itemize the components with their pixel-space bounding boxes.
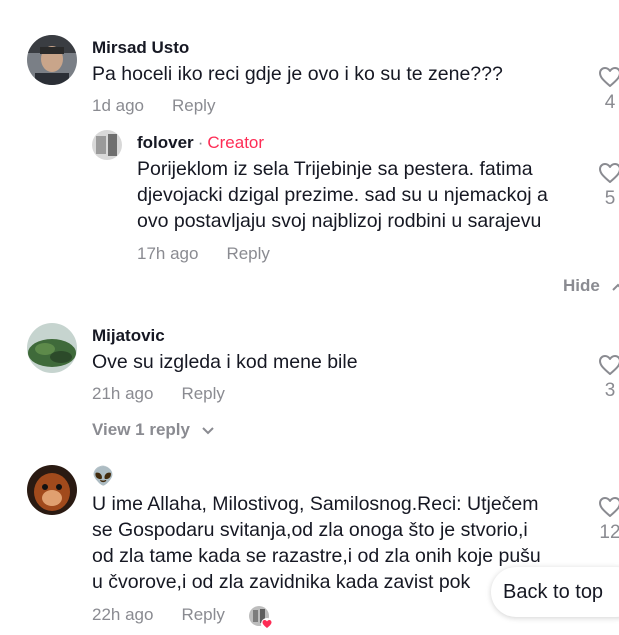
like-button[interactable]: 4: [598, 66, 619, 114]
reply-button[interactable]: Reply: [181, 384, 224, 403]
reply-button[interactable]: Reply: [172, 96, 215, 115]
creator-badge: Creator: [207, 133, 265, 152]
like-count: 5: [604, 188, 616, 209]
chevron-up-icon: [611, 283, 619, 291]
heart-icon: [599, 355, 619, 375]
like-button[interactable]: 12: [598, 496, 619, 544]
comment-meta: 1d ago Reply: [92, 96, 215, 116]
like-count: 4: [604, 92, 616, 113]
heart-icon: [599, 67, 619, 87]
heart-icon: [599, 163, 619, 183]
hide-replies-button[interactable]: Hide: [563, 276, 619, 296]
comment-text: Pa hoceli iko reci gdje je ovo i ko su t…: [92, 63, 503, 85]
hide-label: Hide: [563, 276, 600, 295]
like-count: 3: [604, 380, 616, 401]
reply-timestamp: 17h ago: [137, 244, 199, 263]
avatar[interactable]: [92, 130, 122, 160]
like-button[interactable]: 3: [598, 354, 619, 402]
comment-username[interactable]: Mijatovic: [92, 326, 165, 346]
back-to-top-button[interactable]: Back to top: [491, 567, 619, 617]
separator: ·: [197, 133, 204, 152]
heart-icon: [261, 618, 273, 630]
reply-username-text[interactable]: folover: [137, 133, 194, 152]
reply-meta: 17h ago Reply: [137, 244, 270, 264]
like-count: 12: [599, 522, 619, 543]
comment-timestamp: 22h ago: [92, 605, 154, 624]
comment-text: U ime Allaha, Milostivog, Samilosnog.Rec…: [92, 493, 541, 593]
comment-username[interactable]: Mirsad Usto: [92, 38, 189, 58]
reply-text: Porijeklom iz sela Trijebinje sa pestera…: [137, 158, 548, 232]
creator-liked-avatar: [248, 605, 273, 630]
reply-button[interactable]: Reply: [181, 605, 224, 624]
chevron-down-icon: [201, 426, 214, 434]
avatar[interactable]: [27, 35, 77, 85]
comment-text: Ove su izgleda i kod mene bile: [92, 351, 358, 373]
like-button[interactable]: 5: [598, 162, 619, 210]
view-replies-button[interactable]: View 1 reply: [92, 420, 215, 440]
comment-timestamp: 1d ago: [92, 96, 144, 115]
comment-timestamp: 21h ago: [92, 384, 154, 403]
comment-meta: 21h ago Reply: [92, 384, 225, 404]
reply-button[interactable]: Reply: [226, 244, 269, 263]
comment-meta: 22h ago Reply: [92, 605, 225, 625]
heart-icon: [599, 497, 619, 517]
avatar[interactable]: [27, 465, 77, 515]
comment-username[interactable]: 👽: [92, 466, 114, 487]
view-replies-label: View 1 reply: [92, 420, 190, 439]
avatar[interactable]: [27, 323, 77, 373]
reply-username[interactable]: folover · Creator: [137, 133, 264, 153]
